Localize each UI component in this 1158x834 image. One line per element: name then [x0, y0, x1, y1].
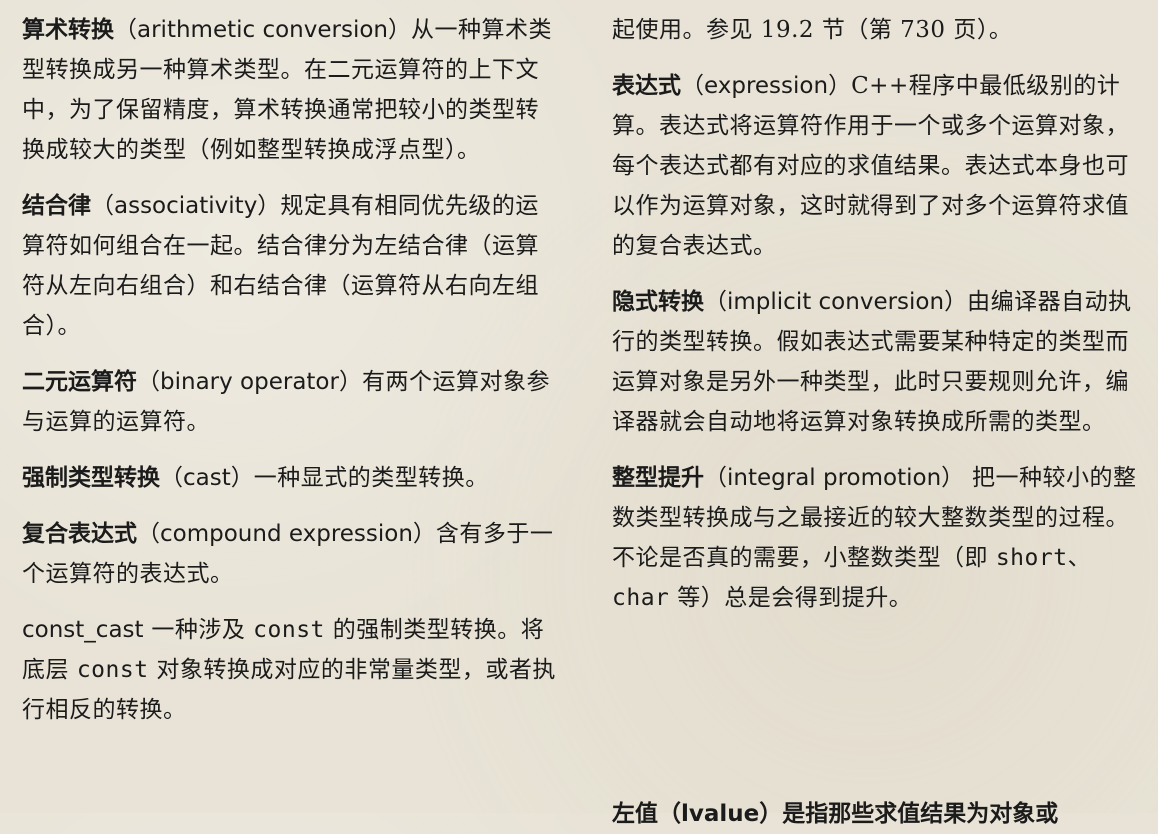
entry-term: 二元运算符 — [22, 369, 137, 395]
entry-definition: 一种显式的类型转换。 — [253, 465, 489, 491]
code-keyword: const — [76, 657, 149, 683]
glossary-entry-arithmetic-conversion: 算术转换（arithmetic conversion）从一种算术类型转换成另一种… — [22, 10, 562, 170]
book-page: 算术转换（arithmetic conversion）从一种算术类型转换成另一种… — [0, 0, 1158, 827]
entry-term: 强制类型转换 — [22, 465, 160, 491]
entry-definition-part: 一种涉及 — [143, 617, 254, 643]
cut-off-line: 左值（lvalue）是指那些求值结果为对象或 — [612, 794, 1146, 834]
entry-term-partial: 左值（lvalue）是指那些求值结果为对象或 — [612, 801, 1059, 827]
entry-term: 复合表达式 — [22, 521, 137, 547]
entry-term: 算术转换 — [22, 17, 114, 43]
entry-definition-part: 、 — [1067, 545, 1092, 571]
right-column: 起使用。参见 19.2 节（第 730 页）。 表达式（expression）C… — [612, 10, 1146, 634]
glossary-entry-binary-operator: 二元运算符（binary operator）有两个运算对象参与运算的运算符。 — [22, 362, 562, 442]
entry-english: （integral promotion） — [704, 465, 965, 491]
glossary-entry-cast: 强制类型转换（cast）一种显式的类型转换。 — [22, 458, 562, 498]
glossary-entry-const-cast: const_cast 一种涉及 const 的强制类型转换。将底层 const … — [22, 610, 562, 730]
code-keyword: short — [995, 545, 1068, 571]
entry-english: （implicit conversion） — [704, 289, 968, 315]
continued-text: 起使用。参见 19.2 节（第 730 页）。 — [612, 17, 1013, 43]
entry-term: const_cast — [22, 617, 144, 643]
entry-term: 结合律 — [22, 193, 91, 219]
entry-term: 整型提升 — [612, 465, 704, 491]
glossary-entry-expression: 表达式（expression）C++程序中最低级别的计算。表达式将运算符作用于一… — [612, 66, 1146, 266]
glossary-entry-implicit-conversion: 隐式转换（implicit conversion）由编译器自动执行的类型转换。假… — [612, 282, 1146, 442]
glossary-entry-integral-promotion: 整型提升（integral promotion） 把一种较小的整数类型转换成与之… — [612, 458, 1146, 618]
entry-english: （cast） — [160, 465, 254, 491]
entry-term: 表达式 — [612, 73, 681, 99]
code-keyword: const — [253, 617, 325, 643]
entry-term: 隐式转换 — [612, 289, 704, 315]
entry-english: （binary operator） — [137, 369, 362, 395]
entry-definition: C++程序中最低级别的计算。表达式将运算符作用于一个或多个运算对象，每个表达式都… — [612, 73, 1129, 259]
entry-english: （arithmetic conversion） — [114, 17, 411, 43]
glossary-entry-associativity: 结合律（associativity）规定具有相同优先级的运算符如何组合在一起。结… — [22, 186, 562, 346]
left-column: 算术转换（arithmetic conversion）从一种算术类型转换成另一种… — [22, 10, 562, 746]
entry-english: （compound expression） — [137, 521, 436, 547]
code-keyword: char — [612, 585, 670, 611]
entry-definition-part: 等）总是会得到提升。 — [669, 585, 913, 611]
glossary-entry-compound-expression: 复合表达式（compound expression）含有多于一个运算符的表达式。 — [22, 514, 562, 594]
entry-english: （expression） — [681, 73, 852, 99]
entry-english: （associativity） — [91, 193, 281, 219]
